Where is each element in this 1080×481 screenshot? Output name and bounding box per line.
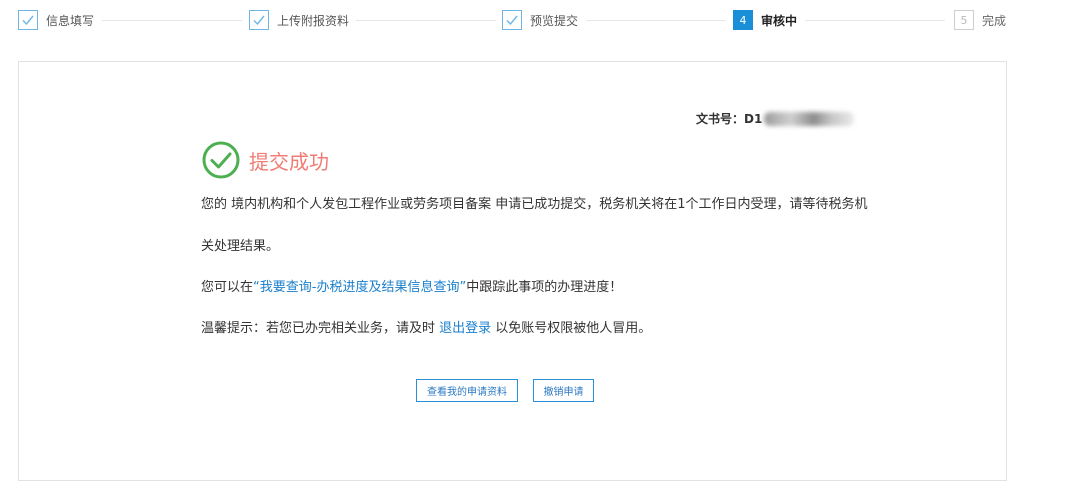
step-label: 审核中 [761, 13, 798, 28]
step-under-review: 4 审核中 [733, 9, 797, 31]
step-label: 信息填写 [46, 13, 95, 28]
query-progress-link[interactable]: “我要查询-办税进度及结果信息查询” [253, 280, 466, 295]
step-number: 4 [733, 10, 753, 30]
success-title: 提交成功 [249, 149, 329, 174]
reminder: 温馨提示：若您已办完相关业务，请及时 退出登录 以免账号权限被他人冒用。 [201, 317, 651, 336]
logout-link[interactable]: 退出登录 [439, 321, 491, 336]
reminder-prefix: 温馨提示：若您已办完相关业务，请及时 [201, 321, 440, 336]
step-info-fill: 信息填写 [18, 9, 94, 31]
document-number-label: 文书号：D1 [696, 112, 763, 126]
view-application-button[interactable]: 查看我的申请资料 [416, 379, 518, 402]
step-preview-submit: 预览提交 [502, 9, 578, 31]
step-connector [805, 20, 945, 21]
message-line-1: 您的 境内机构和个人发包工程作业或劳务项目备案 申请已成功提交，税务机关将在1个… [201, 197, 868, 212]
step-connector [102, 20, 242, 21]
check-icon [502, 10, 522, 30]
cancel-application-button[interactable]: 撤销申请 [533, 379, 594, 402]
result-card: 文书号：D1 提交成功 您的 境内机构和个人发包工程作业或劳务项目备案 申请已成… [18, 61, 1007, 481]
success-header: 提交成功 [201, 140, 329, 180]
check-icon [18, 10, 38, 30]
progress-hint: 您可以在“我要查询-办税进度及结果信息查询”中跟踪此事项的办理进度！ [201, 276, 622, 295]
progress-hint-suffix: 中跟踪此事项的办理进度！ [466, 280, 623, 295]
reminder-suffix: 以免账号权限被他人冒用。 [491, 321, 652, 336]
step-complete: 5 完成 [954, 9, 1006, 31]
check-icon [249, 10, 269, 30]
document-number: 文书号：D1 [696, 110, 855, 127]
progress-hint-prefix: 您可以在 [201, 280, 254, 295]
step-label: 上传附报资料 [277, 13, 350, 28]
step-connector [356, 20, 496, 21]
message-line-2: 关处理结果。 [201, 239, 280, 254]
step-label: 预览提交 [530, 13, 579, 28]
step-upload-attachments: 上传附报资料 [249, 9, 349, 31]
step-number: 5 [954, 10, 974, 30]
redacted-value [764, 111, 855, 126]
progress-steps: 信息填写 上传附报资料 预览提交 4 审核中 5 完成 [0, 0, 1080, 40]
step-connector [586, 20, 726, 21]
success-check-circle-icon [202, 141, 240, 179]
step-label: 完成 [982, 13, 1007, 28]
